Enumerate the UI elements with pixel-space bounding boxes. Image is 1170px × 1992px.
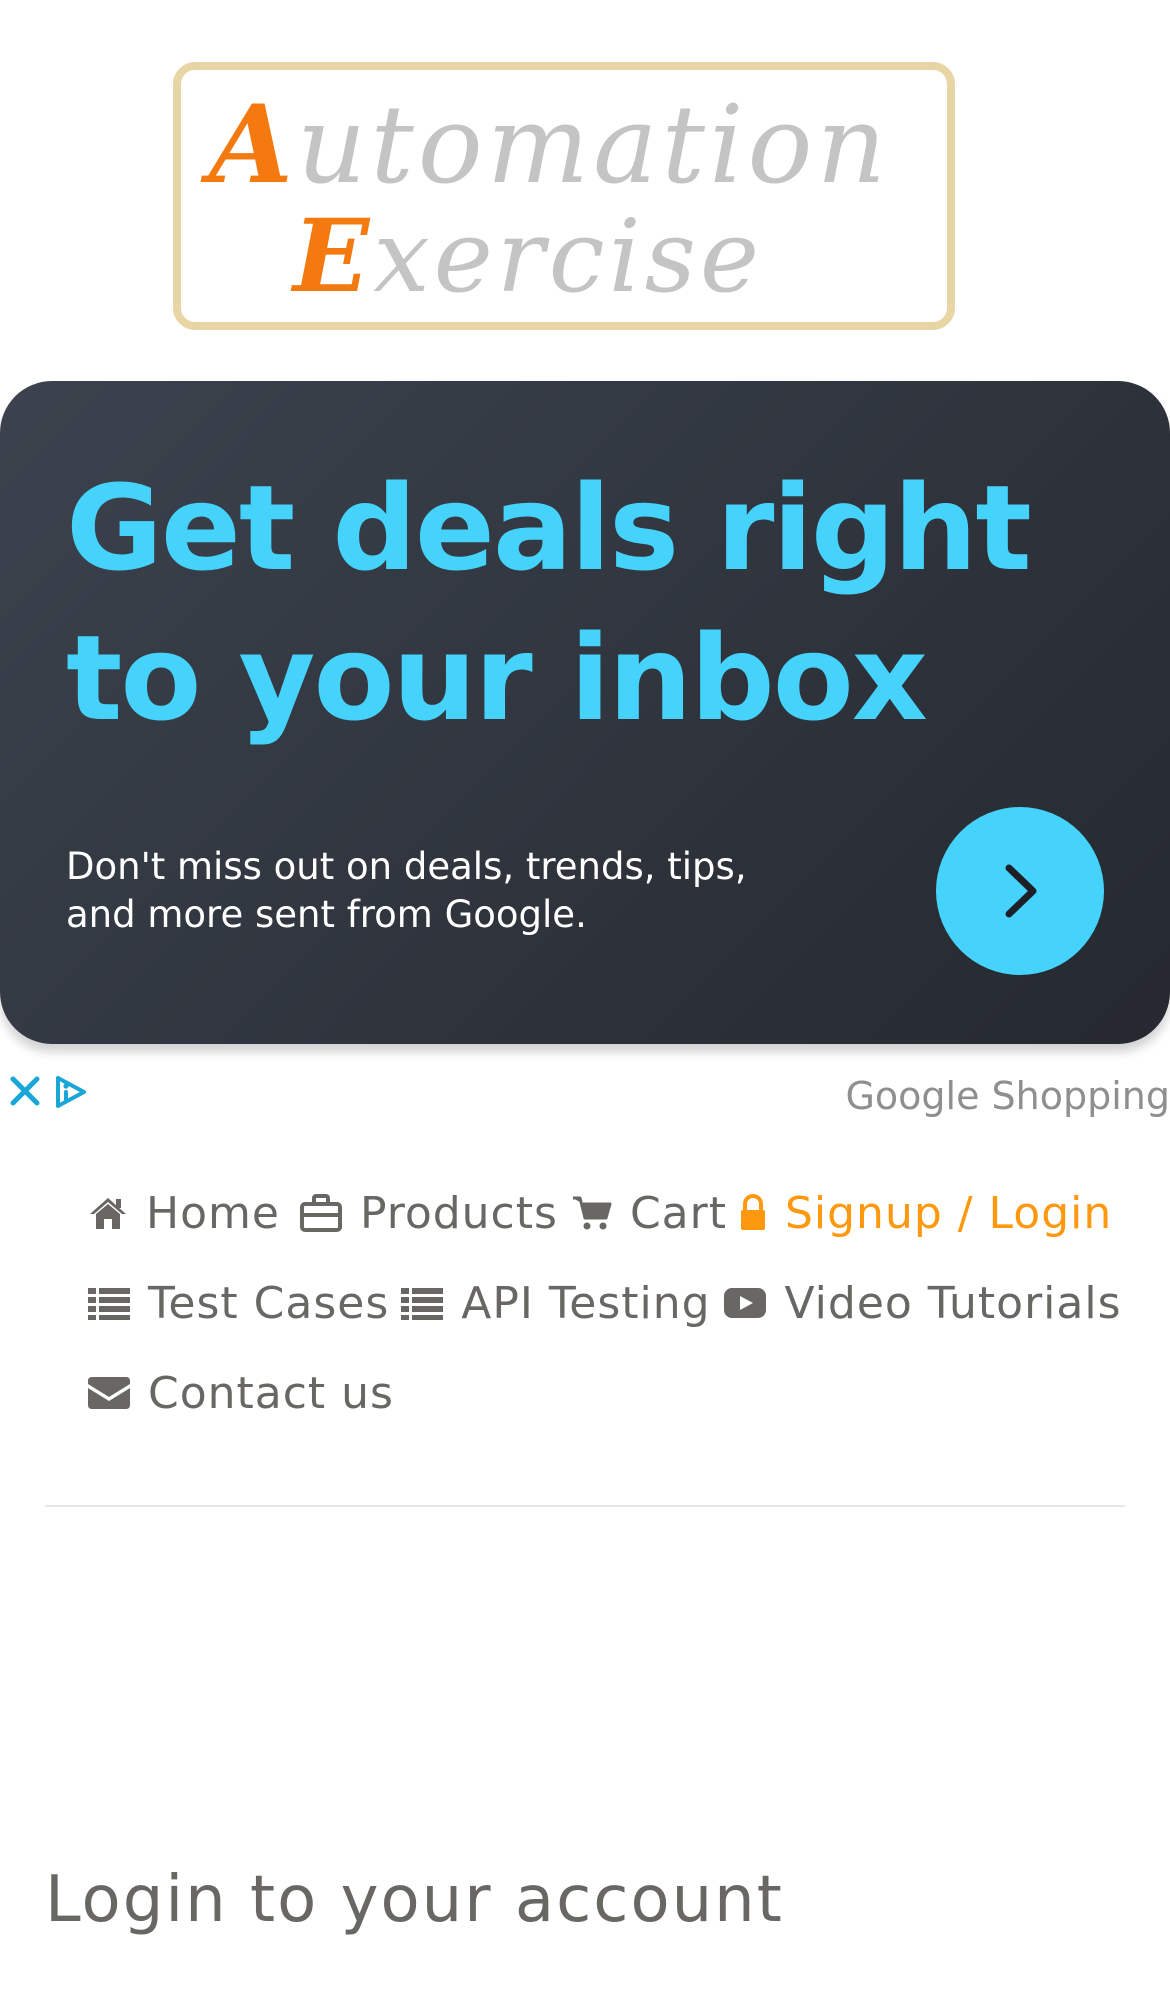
nav-products-label: Products xyxy=(359,1187,558,1239)
lock-icon xyxy=(739,1194,767,1232)
page: Automation Exercise Get deals right to y… xyxy=(0,0,1170,1992)
nav-video-tutorials[interactable]: Video Tutorials xyxy=(723,1278,1122,1329)
nav-api-testing[interactable]: API Testing xyxy=(401,1278,710,1329)
nav-row-1: Home Products Cart Signup / Login xyxy=(88,1178,1112,1248)
ad-next-button[interactable] xyxy=(936,807,1104,975)
nav-test-cases[interactable]: Test Cases xyxy=(88,1278,389,1329)
nav-home-label: Home xyxy=(146,1187,280,1239)
nav-cart[interactable]: Cart xyxy=(572,1188,727,1239)
nav-home[interactable]: Home xyxy=(88,1188,280,1239)
list-icon xyxy=(88,1286,130,1320)
briefcase-icon xyxy=(299,1193,342,1233)
nav-test-cases-label: Test Cases xyxy=(148,1277,390,1329)
ad-source-label: Google Shopping xyxy=(845,1074,1170,1118)
youtube-play-icon xyxy=(723,1286,767,1320)
login-form-title: Login to your account xyxy=(45,1863,784,1937)
nav-products[interactable]: Products xyxy=(299,1187,558,1239)
list-icon xyxy=(401,1286,444,1320)
nav-signup-login[interactable]: Signup / Login xyxy=(739,1188,1112,1239)
ad-body-text: Don't miss out on deals, trends, tips, a… xyxy=(66,845,747,936)
header-divider xyxy=(45,1505,1125,1507)
shopping-cart-icon xyxy=(572,1194,612,1232)
close-icon[interactable] xyxy=(8,1074,42,1108)
ad-headline: Get deals right to your inbox xyxy=(66,459,1032,747)
site-logo[interactable]: Automation Exercise xyxy=(173,62,955,330)
nav-contact-us[interactable]: Contact us xyxy=(88,1368,394,1419)
nav-api-testing-label: API Testing xyxy=(461,1277,711,1329)
nav-video-tutorials-label: Video Tutorials xyxy=(784,1277,1122,1329)
chevron-right-icon xyxy=(1005,864,1037,918)
adchoices-icon[interactable] xyxy=(52,1074,88,1110)
logo-line-1: Automation xyxy=(209,82,891,208)
nav-row-3: Contact us xyxy=(88,1358,394,1428)
nav-contact-us-label: Contact us xyxy=(148,1367,394,1419)
nav-row-2: Test Cases API Testing Video Tutorials xyxy=(88,1268,1122,1338)
home-icon xyxy=(88,1195,128,1231)
logo-line-2: Exercise xyxy=(293,197,764,315)
nav-signup-login-label: Signup / Login xyxy=(784,1187,1113,1239)
ad-banner[interactable]: Get deals right to your inbox Don't miss… xyxy=(0,381,1170,1044)
nav-cart-label: Cart xyxy=(629,1187,727,1239)
envelope-icon xyxy=(88,1377,130,1409)
